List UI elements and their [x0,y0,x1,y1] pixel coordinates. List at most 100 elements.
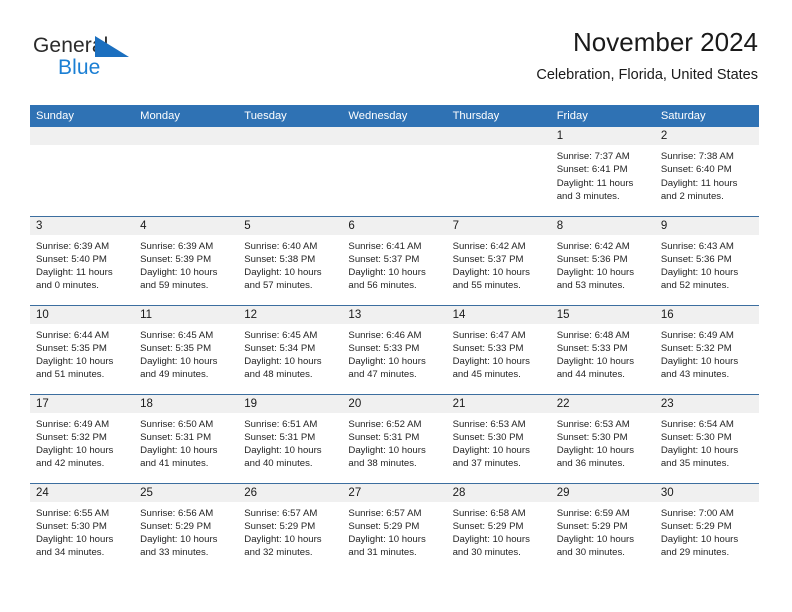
calendar-week-row: 1 Sunrise: 7:37 AM Sunset: 6:41 PM Daylight… [30,127,759,217]
daylight-text-line1: Daylight: 10 hours [348,445,426,457]
day-cell-content: 18 Sunrise: 6:50 AM Sunset: 5:31 PM Dayligh… [134,394,239,483]
weekday-header-monday: Monday [134,105,239,127]
calendar-day-cell[interactable]: 19 Sunrise: 6:51 AM Sunset: 5:31 PM Dayligh… [238,394,343,484]
calendar-day-cell[interactable]: 9 Sunrise: 6:43 AM Sunset: 5:36 PM Daylight… [654,216,759,306]
calendar-day-cell-empty [342,127,447,217]
day-details: Sunrise: 6:51 AM Sunset: 5:31 PM Daylight:… [238,413,342,471]
day-number: 15 [550,305,655,324]
sunrise-text: Sunrise: 6:42 AM [556,240,630,252]
weekday-header-sunday: Sunday [30,105,135,127]
calendar-day-cell[interactable]: 16 Sunrise: 6:49 AM Sunset: 5:32 PM Dayligh… [654,305,759,395]
sunrise-text: Sunrise: 6:51 AM [244,418,318,430]
day-cell-content: 17 Sunrise: 6:49 AM Sunset: 5:32 PM Dayligh… [30,394,135,483]
daylight-text-line1: Daylight: 10 hours [660,445,739,457]
weekday-header-tuesday: Tuesday [238,105,343,127]
daylight-text-line1: Daylight: 10 hours [348,534,426,546]
calendar-day-cell[interactable]: 24 Sunrise: 6:55 AM Sunset: 5:30 PM Dayligh… [30,483,135,572]
day-number: 19 [238,394,343,413]
calendar-day-cell[interactable]: 2 Sunrise: 7:38 AM Sunset: 6:40 PM Daylight… [654,127,759,217]
daylight-text-line1: Daylight: 10 hours [140,267,218,279]
calendar-day-cell[interactable]: 4 Sunrise: 6:39 AM Sunset: 5:39 PM Daylight… [134,216,239,306]
daylight-text-line2: and 49 minutes. [140,369,209,381]
sunrise-text: Sunrise: 7:38 AM [660,151,734,162]
calendar-day-cell[interactable]: 6 Sunrise: 6:41 AM Sunset: 5:37 PM Daylight… [342,216,447,306]
sunset-text: Sunset: 6:40 PM [660,164,732,176]
sunset-text: Sunset: 5:29 PM [348,520,420,532]
calendar-day-cell[interactable]: 11 Sunrise: 6:45 AM Sunset: 5:35 PM Dayligh… [134,305,239,395]
daylight-text-line2: and 29 minutes. [660,547,730,559]
calendar-day-cell[interactable]: 13 Sunrise: 6:46 AM Sunset: 5:33 PM Dayligh… [342,305,447,395]
calendar-day-cell[interactable]: 22 Sunrise: 6:53 AM Sunset: 5:30 PM Dayligh… [550,394,655,484]
day-cell-content: 15 Sunrise: 6:48 AM Sunset: 5:33 PM Dayligh… [550,305,655,394]
calendar-week-row: 24 Sunrise: 6:55 AM Sunset: 5:30 PM Dayligh… [30,483,759,572]
sunset-text: Sunset: 5:35 PM [140,342,212,354]
sunrise-text: Sunrise: 6:40 AM [244,240,318,252]
day-number: 25 [134,483,239,502]
day-details: Sunrise: 6:57 AM Sunset: 5:29 PM Daylight:… [342,502,446,560]
calendar-day-cell[interactable]: 14 Sunrise: 6:47 AM Sunset: 5:33 PM Dayligh… [446,305,551,395]
sunset-text: Sunset: 5:33 PM [348,342,420,354]
calendar-day-cell[interactable]: 15 Sunrise: 6:48 AM Sunset: 5:33 PM Dayligh… [550,305,655,395]
sunrise-text: Sunrise: 6:52 AM [348,418,422,430]
daylight-text-line2: and 36 minutes. [556,458,625,470]
calendar-day-cell[interactable]: 12 Sunrise: 6:45 AM Sunset: 5:34 PM Dayligh… [238,305,343,395]
day-cell-content: 9 Sunrise: 6:43 AM Sunset: 5:36 PM Daylight… [654,216,759,305]
daylight-text-line1: Daylight: 10 hours [36,356,114,368]
weekday-header-saturday: Saturday [654,105,759,127]
calendar-day-cell[interactable]: 7 Sunrise: 6:42 AM Sunset: 5:37 PM Daylight… [446,216,551,306]
day-details: Sunrise: 6:40 AM Sunset: 5:38 PM Daylight:… [238,235,342,293]
daylight-text-line1: Daylight: 10 hours [36,534,114,546]
daylight-text-line1: Daylight: 10 hours [244,534,322,546]
day-number: 5 [238,216,343,235]
daylight-text-line2: and 34 minutes. [36,547,105,559]
logo-triangle-icon [95,36,129,57]
day-number: 18 [134,394,239,413]
daylight-text-line1: Daylight: 10 hours [244,445,322,457]
calendar-day-cell[interactable]: 28 Sunrise: 6:58 AM Sunset: 5:29 PM Dayligh… [446,483,551,573]
sunrise-text: Sunrise: 6:45 AM [244,329,318,341]
daylight-text-line2: and 45 minutes. [452,369,521,381]
calendar-day-cell[interactable]: 17 Sunrise: 6:49 AM Sunset: 5:32 PM Dayligh… [30,394,135,484]
calendar-day-cell[interactable]: 23 Sunrise: 6:54 AM Sunset: 5:30 PM Dayligh… [654,394,759,484]
sunrise-text: Sunrise: 6:53 AM [452,418,526,430]
day-cell-content: 1 Sunrise: 7:37 AM Sunset: 6:41 PM Daylight… [550,127,655,216]
calendar-day-cell[interactable]: 21 Sunrise: 6:53 AM Sunset: 5:30 PM Dayligh… [446,394,551,484]
calendar-day-cell[interactable]: 3 Sunrise: 6:39 AM Sunset: 5:40 PM Daylight… [30,216,135,306]
sunset-text: Sunset: 5:31 PM [348,431,420,443]
calendar-day-cell[interactable]: 18 Sunrise: 6:50 AM Sunset: 5:31 PM Dayligh… [134,394,239,484]
sunset-text: Sunset: 5:29 PM [660,520,732,532]
daylight-text-line1: Daylight: 10 hours [244,267,322,279]
sunset-text: Sunset: 5:29 PM [244,520,316,532]
daylight-text-line2: and 41 minutes. [140,458,209,470]
daylight-text-line2: and 30 minutes. [556,547,625,559]
calendar-day-cell[interactable]: 20 Sunrise: 6:52 AM Sunset: 5:31 PM Dayligh… [342,394,447,484]
calendar-day-cell-empty [446,127,551,217]
calendar-day-cell[interactable]: 27 Sunrise: 6:57 AM Sunset: 5:29 PM Dayligh… [342,483,447,572]
day-cell-content: 28 Sunrise: 6:58 AM Sunset: 5:29 PM Dayligh… [446,483,551,573]
calendar-day-cell[interactable]: 29 Sunrise: 6:59 AM Sunset: 5:29 PM Dayligh… [550,483,655,572]
sunset-text: Sunset: 5:32 PM [660,342,732,354]
calendar-day-cell[interactable]: 25 Sunrise: 6:56 AM Sunset: 5:29 PM Dayligh… [134,483,239,572]
day-number [446,127,551,145]
day-details: Sunrise: 7:00 AM Sunset: 5:29 PM Daylight:… [655,502,759,560]
daylight-text-line1: Daylight: 10 hours [452,356,530,368]
title-block: November 2024 Celebration, Florida, Unit… [536,26,758,84]
daylight-text-line1: Daylight: 10 hours [556,534,635,546]
calendar-day-cell[interactable]: 30 Sunrise: 7:00 AM Sunset: 5:29 PM Dayligh… [654,483,759,572]
calendar-day-cell[interactable]: 26 Sunrise: 6:57 AM Sunset: 5:29 PM Dayligh… [238,483,343,572]
calendar-day-cell[interactable]: 8 Sunrise: 6:42 AM Sunset: 5:36 PM Daylight… [550,216,655,306]
calendar-day-cell[interactable]: 5 Sunrise: 6:40 AM Sunset: 5:38 PM Daylight… [238,216,343,306]
daylight-text-line2: and 38 minutes. [348,458,417,470]
calendar-header-row: Sunday Monday Tuesday Wednesday Thursday… [30,105,759,127]
weekday-header-wednesday: Wednesday [342,105,447,127]
daylight-text-line2: and 40 minutes. [244,458,313,470]
day-cell-content: 12 Sunrise: 6:45 AM Sunset: 5:34 PM Dayligh… [238,305,343,394]
daylight-text-line2: and 52 minutes. [660,280,730,292]
day-number [134,127,239,145]
day-number: 28 [446,483,551,502]
daylight-text-line2: and 35 minutes. [660,458,730,470]
calendar-day-cell[interactable]: 10 Sunrise: 6:44 AM Sunset: 5:35 PM Dayligh… [30,305,135,395]
day-number: 3 [30,216,135,235]
day-details: Sunrise: 6:52 AM Sunset: 5:31 PM Daylight:… [342,413,446,471]
calendar-day-cell[interactable]: 1 Sunrise: 7:37 AM Sunset: 6:41 PM Daylight… [550,127,655,217]
